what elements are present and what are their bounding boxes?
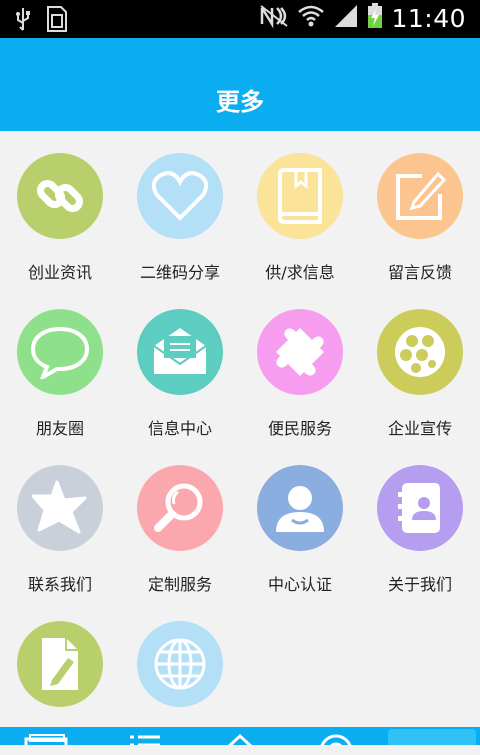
grid-item-custom-services[interactable]: 定制服务 <box>120 443 240 599</box>
grid-item-label: 供/求信息 <box>265 263 335 282</box>
location-icon <box>318 734 354 745</box>
page-title: 更多 <box>216 88 264 116</box>
sim-card-icon <box>46 6 68 36</box>
grid-item-message-center[interactable]: 信息中心 <box>120 287 240 443</box>
chat-bubble-icon <box>17 309 103 395</box>
bottom-tab-bar <box>0 727 480 745</box>
user-icon <box>257 465 343 551</box>
book-icon <box>257 153 343 239</box>
grid-item-label: 创业资讯 <box>27 263 92 282</box>
status-bar: 11:40 <box>0 0 480 38</box>
grid-item-label: 联系我们 <box>27 575 92 594</box>
envelope-icon <box>137 309 223 395</box>
tab-location[interactable] <box>318 733 378 745</box>
grid-item-label: 二维码分享 <box>139 263 220 282</box>
tab-more[interactable] <box>388 729 476 745</box>
grid-item-about-us[interactable]: 关于我们 <box>360 443 480 599</box>
grid-item-label: 朋友圈 <box>35 419 84 438</box>
edit-icon <box>377 153 463 239</box>
grid-item-moments[interactable]: 朋友圈 <box>0 287 120 443</box>
star-icon <box>17 465 103 551</box>
list-icon <box>128 735 164 745</box>
grid-item-label: 留言反馈 <box>387 263 452 282</box>
magnifier-icon <box>137 465 223 551</box>
puzzle-icon <box>257 309 343 395</box>
signal-icon <box>333 3 359 33</box>
tab-list[interactable] <box>128 733 188 745</box>
grid-item-qr-share[interactable]: 二维码分享 <box>120 131 240 287</box>
grid-item-label: 便民服务 <box>267 419 332 438</box>
grid-item-feedback[interactable]: 留言反馈 <box>360 131 480 287</box>
grid-item-label: 关于我们 <box>387 575 452 594</box>
link-icon <box>17 153 103 239</box>
grid-item-label: 中心认证 <box>267 575 332 594</box>
grid-item-label: 定制服务 <box>147 575 212 594</box>
usb-icon <box>14 7 32 35</box>
grid-item-convenience-services[interactable]: 便民服务 <box>240 287 360 443</box>
home-icon <box>224 733 256 745</box>
grid-item-enterprise-promo[interactable]: 企业宣传 <box>360 287 480 443</box>
grid-item-supply-demand[interactable]: 供/求信息 <box>240 131 360 287</box>
document-icon <box>24 734 68 745</box>
globe-icon <box>137 621 223 707</box>
wifi-icon <box>297 3 325 33</box>
tab-home[interactable] <box>224 733 284 745</box>
nfc-mute-icon <box>259 4 289 32</box>
document-pen-icon <box>17 621 103 707</box>
film-reel-icon <box>377 309 463 395</box>
grid-item-center-certification[interactable]: 中心认证 <box>240 443 360 599</box>
tab-document[interactable] <box>24 733 84 745</box>
grid-item-label: 信息中心 <box>147 419 212 438</box>
heart-icon <box>137 153 223 239</box>
grid-item-contact-us[interactable]: 联系我们 <box>0 443 120 599</box>
contacts-book-icon <box>377 465 463 551</box>
clock: 11:40 <box>391 3 466 33</box>
battery-charging-icon <box>367 3 383 33</box>
header-bar: 更多 <box>0 38 480 131</box>
grid-item-label: 企业宣传 <box>387 419 452 438</box>
grid-item-startup-news[interactable]: 创业资讯 <box>0 131 120 287</box>
